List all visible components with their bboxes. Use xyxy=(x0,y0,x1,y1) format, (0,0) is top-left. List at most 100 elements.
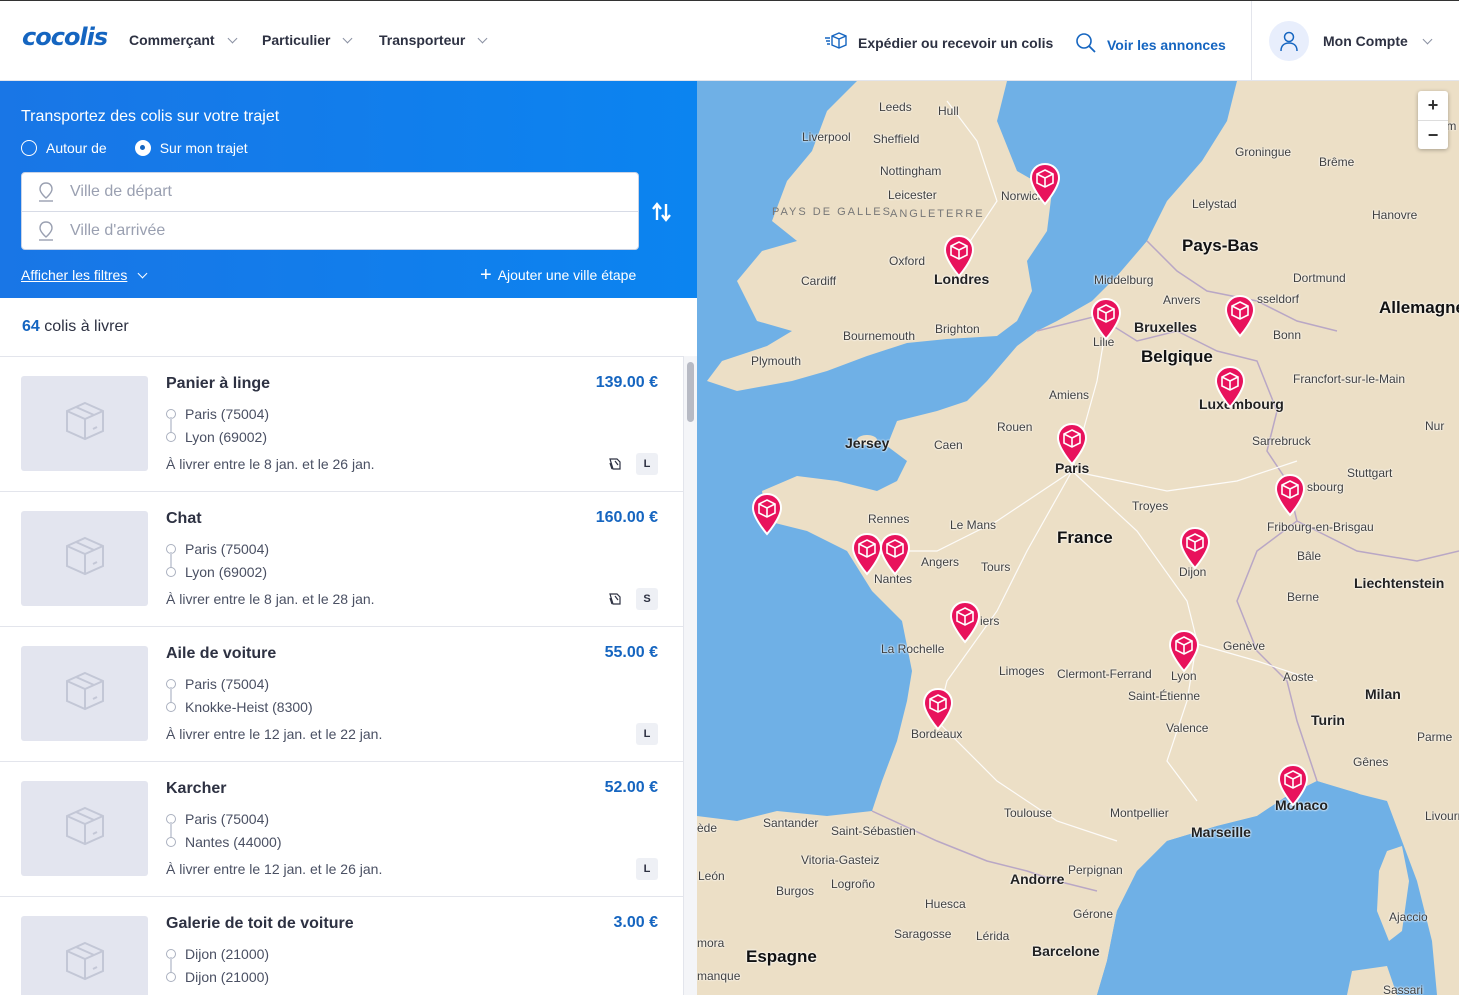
map-label-breme: Brême xyxy=(1319,155,1355,169)
box-icon xyxy=(63,669,107,718)
account-label: Mon Compte xyxy=(1323,33,1408,49)
add-stop-button[interactable]: + Ajouter une ville étape xyxy=(480,265,637,285)
route-to-label: Dijon (21000) xyxy=(185,968,270,985)
route-from: Paris (75004) xyxy=(166,672,313,702)
map-label-pays-de-galles: PAYS DE GALLES xyxy=(772,206,892,218)
route-fields xyxy=(21,172,639,250)
map-label-hull: Hull xyxy=(938,104,959,118)
map-label-amiens: Amiens xyxy=(1049,388,1090,402)
route-to: Lyon (69002) xyxy=(166,425,269,448)
item-title: Chat xyxy=(166,510,202,527)
send-parcel-link[interactable]: Expédier ou recevoir un colis xyxy=(824,32,1053,53)
map-label-dusseldorf: sseldorf xyxy=(1257,292,1300,306)
route-to-label: Knokke-Heist (8300) xyxy=(185,698,313,715)
departure-input[interactable] xyxy=(70,183,590,201)
swap-cities-button[interactable] xyxy=(650,200,674,230)
parcel-map-pin-icon[interactable] xyxy=(942,234,976,278)
list-scrollbar[interactable] xyxy=(683,356,697,995)
zoom-control: + − xyxy=(1418,91,1448,149)
swap-arrows-icon xyxy=(652,202,671,222)
parcel-map-pin-icon[interactable] xyxy=(1055,422,1089,466)
route-to-label: Nantes (44000) xyxy=(185,833,282,850)
scrollbar-thumb[interactable] xyxy=(687,362,694,422)
list-item[interactable]: Chat 160.00 € Paris (75004) Lyon (69002) À l… xyxy=(0,491,683,626)
map-label-bale: Bâle xyxy=(1297,549,1322,563)
parcel-placeholder-image xyxy=(21,511,148,606)
topbar-divider xyxy=(1251,1,1252,81)
parcel-map-pin-icon[interactable] xyxy=(1167,629,1201,673)
box-icon xyxy=(63,939,107,988)
map-label-leeds: Leeds xyxy=(879,100,912,114)
cocolis-logo[interactable]: cocolis xyxy=(22,23,108,51)
map-label-bruxelles: Bruxelles xyxy=(1134,319,1198,335)
zoom-out-button[interactable]: − xyxy=(1418,120,1448,149)
map-label-toulouse: Toulouse xyxy=(1004,806,1053,820)
radio-around[interactable]: Autour de xyxy=(21,140,107,156)
parcel-map-pin-icon[interactable] xyxy=(1223,294,1257,338)
map-label-hanovre: Hanovre xyxy=(1372,208,1418,222)
map-label-geneve: Genève xyxy=(1223,639,1266,653)
item-title: Karcher xyxy=(166,780,227,797)
parcel-map[interactable]: Leeds Hull Liverpool Sheffield Nottingham Lei… xyxy=(697,81,1459,995)
parcel-map-pin-icon[interactable] xyxy=(750,492,784,536)
map-label-groningue: Groningue xyxy=(1235,145,1292,159)
map-label-aoste: Aoste xyxy=(1283,670,1314,684)
route-end-dot-icon xyxy=(166,836,176,847)
map-label-espagne: Espagne xyxy=(746,947,817,966)
search-panel: Transportez des colis sur votre trajet A… xyxy=(0,81,697,298)
parcel-map-pin-icon[interactable] xyxy=(1213,365,1247,409)
parcel-placeholder-image xyxy=(21,646,148,741)
parcel-map-pin-icon[interactable] xyxy=(1178,526,1212,570)
list-item[interactable]: Panier à linge 139.00 € Paris (75004) Lyon … xyxy=(0,356,683,491)
item-badges: L xyxy=(604,453,658,475)
map-label-genes: Gênes xyxy=(1353,755,1389,769)
map-label-santander: Santander xyxy=(763,816,819,830)
map-label-nur: Nur xyxy=(1425,419,1445,433)
search-title: Transportez des colis sur votre trajet xyxy=(21,108,280,125)
parcel-placeholder-image xyxy=(21,781,148,876)
parcel-map-pin-icon[interactable] xyxy=(1276,763,1310,807)
nav-commercant[interactable]: Commerçant xyxy=(129,32,238,48)
map-label-brighton: Brighton xyxy=(935,322,980,336)
chevron-down-icon xyxy=(137,268,148,278)
radio-on-route[interactable]: Sur mon trajet xyxy=(134,140,248,156)
list-item[interactable]: Aile de voiture 55.00 € Paris (75004) Knokk… xyxy=(0,626,683,761)
map-label-troyes: Troyes xyxy=(1132,499,1169,513)
map-label-angers: Angers xyxy=(921,555,960,569)
map-label-milan: Milan xyxy=(1365,686,1401,702)
parcel-placeholder-image xyxy=(21,376,148,471)
item-price: 55.00 € xyxy=(604,644,658,661)
map-label-pays-bas: Pays-Bas xyxy=(1182,236,1259,255)
item-title: Galerie de toit de voiture xyxy=(166,915,354,932)
parcel-map-pin-icon[interactable] xyxy=(1028,162,1062,206)
list-item[interactable]: Karcher 52.00 € Paris (75004) Nantes (44000… xyxy=(0,761,683,896)
parcel-map-pin-icon[interactable] xyxy=(1089,297,1123,341)
map-label-parme: Parme xyxy=(1417,730,1453,744)
zoom-in-button[interactable]: + xyxy=(1418,91,1448,120)
parcel-map-pin-icon[interactable] xyxy=(1273,473,1307,517)
parcel-map-pin-icon[interactable] xyxy=(878,532,912,576)
account-menu[interactable]: Mon Compte xyxy=(1269,21,1433,61)
parcel-list: Panier à linge 139.00 € Paris (75004) Lyon … xyxy=(0,356,683,995)
view-listings-label: Voir les annonces xyxy=(1107,36,1226,53)
nav-particulier[interactable]: Particulier xyxy=(262,32,353,48)
route-to-label: Lyon (69002) xyxy=(185,428,267,445)
arrival-input[interactable] xyxy=(70,221,590,240)
nav-transporteur[interactable]: Transporteur xyxy=(379,32,488,48)
show-filters-link[interactable]: Afficher les filtres xyxy=(21,267,148,283)
parcel-map-pin-icon[interactable] xyxy=(921,687,955,731)
view-listings-link[interactable]: Voir les annonces xyxy=(1075,32,1226,57)
item-badges: L xyxy=(636,858,658,880)
parcel-map-pin-icon[interactable] xyxy=(948,600,982,644)
chevron-down-icon xyxy=(227,33,238,43)
box-icon xyxy=(63,534,107,583)
map-label-limoges: Limoges xyxy=(999,664,1045,678)
map-label-la-rochelle: La Rochelle xyxy=(881,642,945,656)
add-stop-label: Ajouter une ville étape xyxy=(497,267,637,283)
nav-transporteur-label: Transporteur xyxy=(379,32,466,48)
item-price: 52.00 € xyxy=(604,779,658,796)
results-count-label: colis à livrer xyxy=(44,318,129,335)
map-label-liechtenstein: Liechtenstein xyxy=(1354,575,1445,591)
map-label-sassari: Sassari xyxy=(1383,983,1424,995)
list-item[interactable]: Galerie de toit de voiture 3.00 € Dijon (2… xyxy=(0,896,683,995)
